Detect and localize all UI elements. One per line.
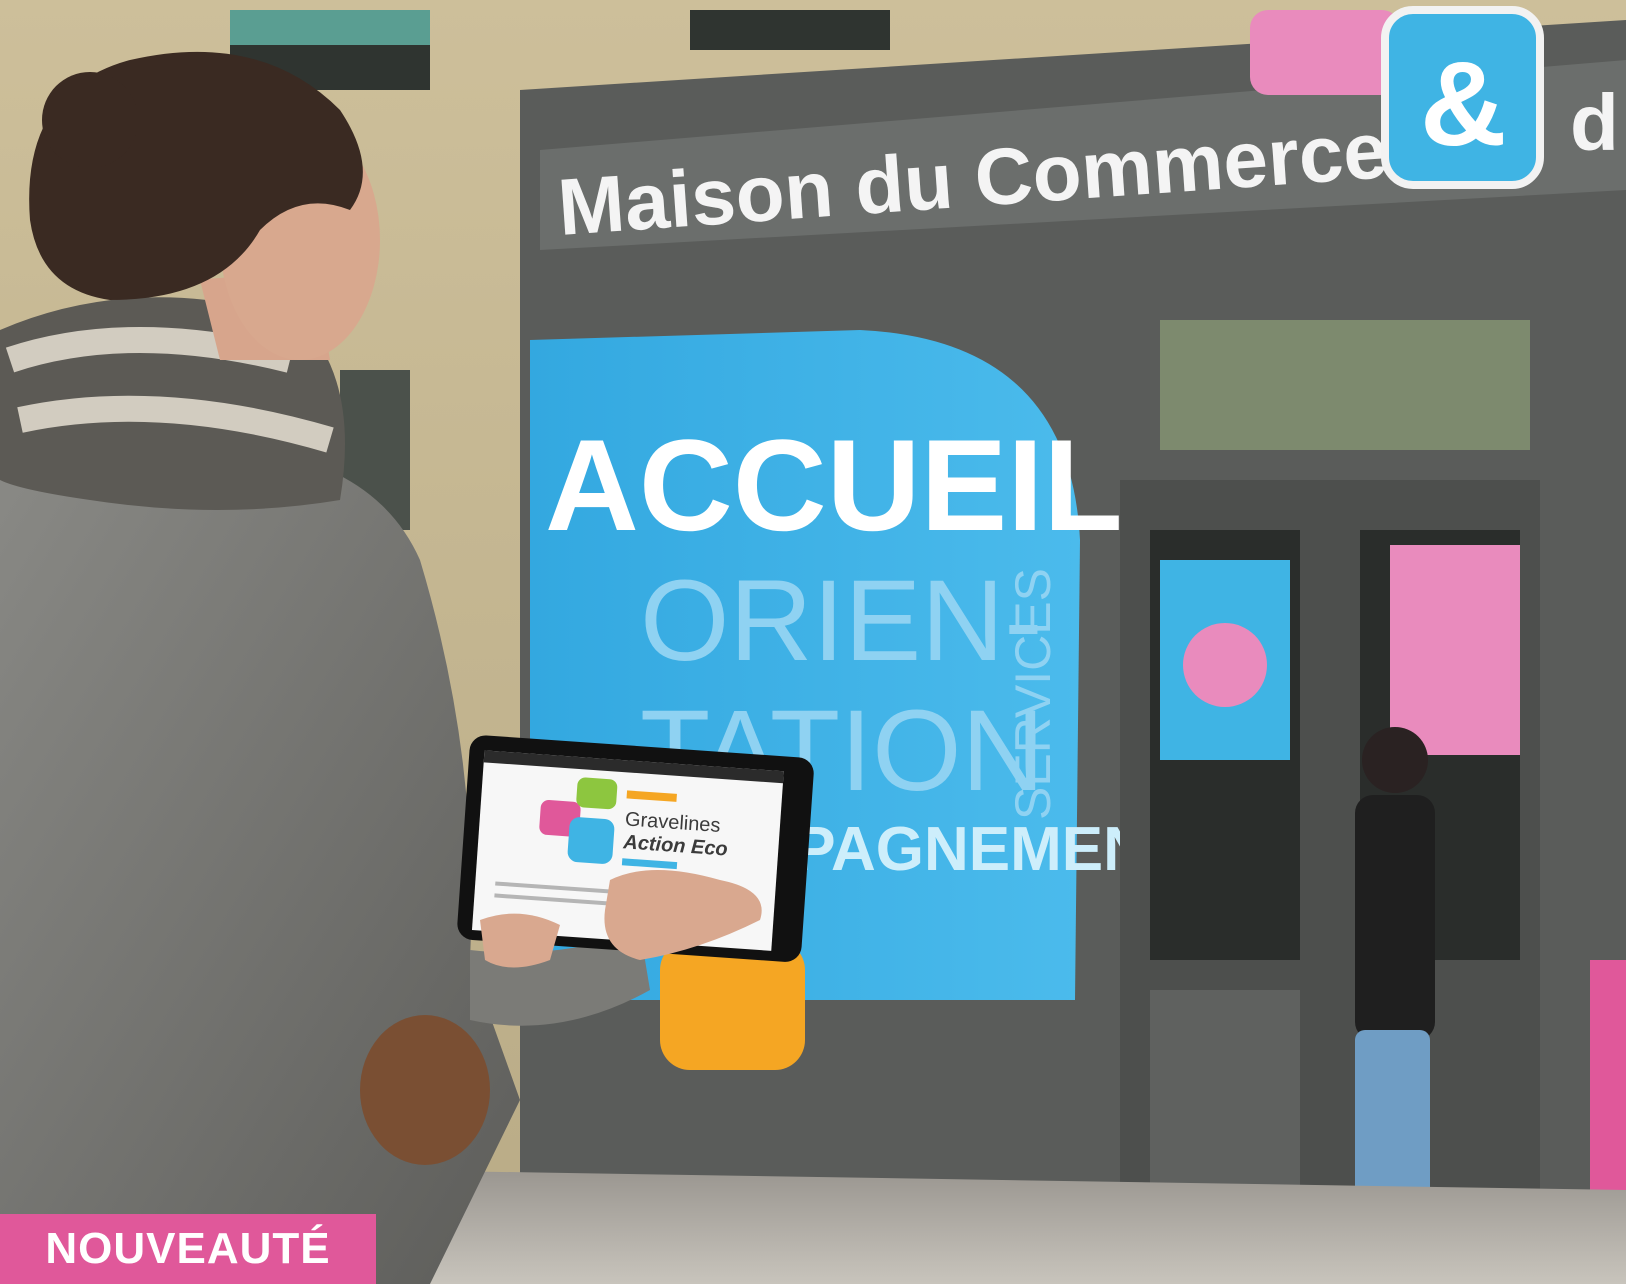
window-line-1: ORIEN-	[640, 557, 1043, 685]
door-poster-right	[1390, 545, 1520, 755]
screen-logo-cyan	[567, 817, 615, 864]
nouveaute-label: NOUVEAUTÉ	[45, 1224, 331, 1273]
transom-window	[1160, 320, 1530, 450]
upper-window-mid	[690, 10, 890, 50]
sign-logo-pink	[1250, 10, 1400, 95]
poster-circle	[1183, 623, 1267, 707]
left-hand	[480, 913, 560, 968]
upper-awning	[230, 10, 430, 45]
elbow-patch	[360, 1015, 490, 1165]
window-title: ACCUEIL	[545, 412, 1123, 558]
window-side-right: SERVICES	[1005, 568, 1061, 820]
door-panel-left	[1150, 990, 1300, 1190]
nouveaute-badge: NOUVEAUTÉ	[0, 1214, 376, 1284]
person-head	[1362, 727, 1428, 793]
person-torso	[1355, 795, 1435, 1040]
hair-bun	[42, 72, 138, 168]
sign-text-cutoff: d	[1570, 78, 1619, 167]
screen-logo-green	[576, 777, 618, 810]
sidewalk	[380, 1170, 1626, 1284]
storefront-photo: Maison du Commerce & d ACCUEIL ORIEN- TA…	[0, 0, 1626, 1284]
sign-logo-ampersand: &	[1420, 37, 1507, 171]
